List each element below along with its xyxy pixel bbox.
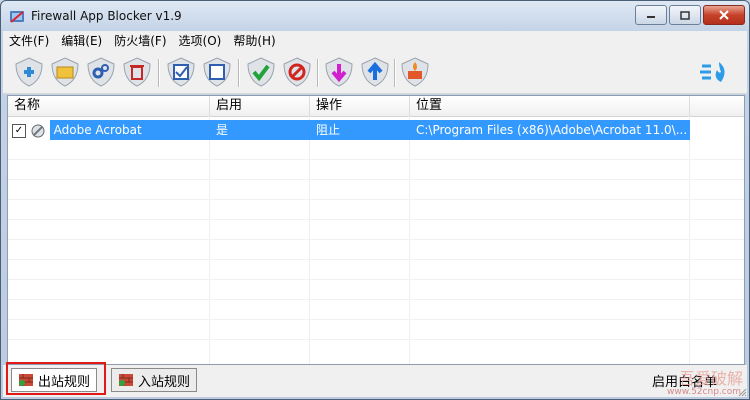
block-button[interactable]: [281, 55, 313, 89]
delete-button[interactable]: [121, 55, 153, 89]
app-name: Adobe Acrobat: [49, 120, 210, 140]
grid-line: [409, 116, 410, 364]
title-bar[interactable]: Firewall App Blocker v1.9: [1, 1, 749, 31]
menu-options[interactable]: 选项(O): [173, 31, 228, 51]
grid-line: [8, 239, 744, 240]
grid-line: [8, 319, 744, 320]
toolbar-separator: [317, 59, 319, 87]
inbound-rules-label: 入站规则: [138, 374, 191, 390]
speed-button[interactable]: [699, 55, 731, 89]
grid-line: [689, 116, 690, 364]
menu-firewall[interactable]: 防火墙(F): [108, 31, 172, 51]
minimize-icon: [647, 16, 655, 18]
speed-icon: [700, 62, 725, 82]
grid-line: [8, 279, 744, 280]
open-folder-icon: [51, 57, 79, 87]
firewall-button[interactable]: [399, 55, 431, 89]
grid-line: [8, 199, 744, 200]
maximize-button[interactable]: [669, 5, 701, 25]
maximize-icon: [680, 10, 690, 20]
move-up-icon: [361, 57, 389, 87]
column-header-action[interactable]: 操作: [310, 96, 410, 116]
name-cell: ✓ Adobe Acrobat: [8, 120, 210, 140]
close-icon: [719, 10, 729, 20]
row-checkbox[interactable]: ✓: [12, 123, 26, 138]
move-up-button[interactable]: [359, 55, 391, 89]
move-down-icon: [325, 57, 353, 87]
settings-button[interactable]: [85, 55, 117, 89]
grid-line: [8, 259, 744, 260]
column-header-location[interactable]: 位置: [410, 96, 690, 116]
toolbar: [3, 51, 747, 94]
toolbar-separator: [238, 59, 240, 87]
inbound-rules-tab[interactable]: 入站规则: [111, 368, 198, 392]
app-window: Firewall App Blocker v1.9 文件(F) 编辑(E) 防火…: [0, 0, 750, 400]
status-bar: 出站规则 入站规则 启用白名单: [3, 365, 747, 397]
toolbar-separator: [394, 59, 396, 87]
grid-line: [8, 219, 744, 220]
table-row[interactable]: ✓ Adobe Acrobat 是 阻止 C:\Program Files (x…: [8, 120, 744, 140]
menu-file[interactable]: 文件(F): [3, 31, 55, 51]
menu-help[interactable]: 帮助(H): [227, 31, 281, 51]
minimize-button[interactable]: [635, 5, 667, 25]
app-icon: [31, 124, 45, 137]
grid-line: [8, 299, 744, 300]
column-header-enabled[interactable]: 启用: [210, 96, 310, 116]
window-title: Firewall App Blocker v1.9: [31, 9, 182, 23]
enable-check-icon: [247, 57, 275, 87]
app-list[interactable]: 名称 启用 操作 位置 ✓ Adobe Acrobat 是 阻止 C:\Prog…: [7, 95, 745, 365]
action-cell: 阻止: [310, 120, 410, 140]
add-icon: [15, 57, 43, 87]
uncheck-box-icon: [203, 57, 231, 87]
list-header: 名称 启用 操作 位置: [8, 96, 744, 117]
uncheck-all-button[interactable]: [201, 55, 233, 89]
grid-line: [8, 179, 744, 180]
move-down-button[interactable]: [323, 55, 355, 89]
menu-bar: 文件(F) 编辑(E) 防火墙(F) 选项(O) 帮助(H): [3, 31, 747, 51]
delete-icon: [123, 57, 151, 87]
grid-line: [8, 159, 744, 160]
app-icon: [10, 11, 24, 23]
highlight-box: [6, 362, 106, 395]
grid-line: [8, 339, 744, 340]
watermark-title: 吾爱破解: [678, 369, 743, 388]
column-header-name[interactable]: 名称: [8, 96, 210, 116]
firewall-icon: [401, 57, 429, 87]
watermark-url: www.52cnp.com: [666, 387, 741, 397]
grid-line: [209, 116, 210, 364]
resize-grip-icon[interactable]: [737, 387, 747, 397]
add-button[interactable]: [13, 55, 45, 89]
open-button[interactable]: [49, 55, 81, 89]
check-all-button[interactable]: [165, 55, 197, 89]
grid-line: [309, 116, 310, 364]
wall-icon: [119, 374, 133, 386]
toolbar-separator: [158, 59, 160, 87]
gears-icon: [87, 57, 115, 87]
menu-edit[interactable]: 编辑(E): [55, 31, 108, 51]
allow-button[interactable]: [245, 55, 277, 89]
check-box-icon: [167, 57, 195, 87]
block-icon: [283, 57, 311, 87]
enabled-cell: 是: [210, 120, 310, 140]
location-cell: C:\Program Files (x86)\Adobe\Acrobat 11.…: [410, 120, 690, 140]
close-button[interactable]: [703, 5, 745, 25]
